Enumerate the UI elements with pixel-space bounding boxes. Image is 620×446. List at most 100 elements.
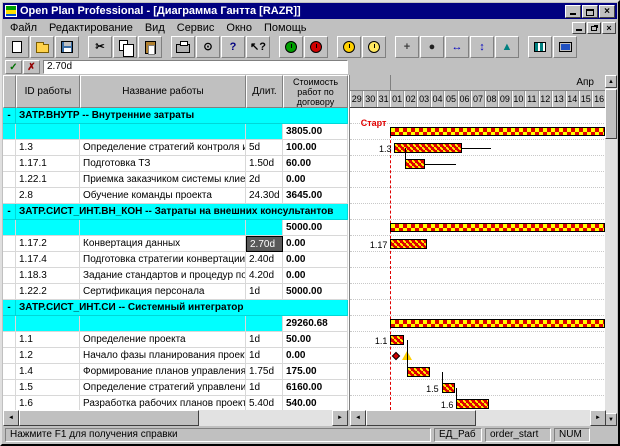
duration-cell[interactable]: 5.40d bbox=[246, 396, 283, 410]
minimize-button[interactable] bbox=[565, 5, 581, 18]
maximize-button[interactable] bbox=[582, 5, 598, 18]
reorder-button[interactable]: ↕ bbox=[470, 36, 494, 58]
gantt-bar-summary[interactable] bbox=[390, 223, 604, 232]
mdi-restore-button[interactable] bbox=[587, 22, 601, 34]
id-cell[interactable]: 1.6 bbox=[16, 396, 80, 410]
name-cell[interactable]: Определение стратегий контроля и отч bbox=[80, 140, 246, 156]
duration-cell[interactable]: 1d bbox=[246, 332, 283, 348]
gantt-hscroll-right-button[interactable]: ► bbox=[590, 410, 606, 426]
id-cell[interactable]: 1.2 bbox=[16, 348, 80, 364]
name-column-header[interactable]: Название работы bbox=[80, 75, 246, 108]
save-button[interactable] bbox=[55, 36, 79, 58]
id-cell[interactable]: 1.18.3 bbox=[16, 268, 80, 284]
vscroll-thumb[interactable] bbox=[605, 89, 617, 139]
gantt-hscroll-left-button[interactable]: ◄ bbox=[350, 410, 366, 426]
row-marker-cell[interactable] bbox=[3, 348, 16, 364]
id-cell[interactable]: 1.1 bbox=[16, 332, 80, 348]
name-cell[interactable]: Начало фазы планирования проекта bbox=[80, 348, 246, 364]
vscroll-down-button[interactable]: ▼ bbox=[605, 413, 617, 426]
cost-button[interactable] bbox=[362, 36, 386, 58]
gantt-bar-task[interactable] bbox=[456, 399, 488, 409]
link-activities-button[interactable]: ↔ bbox=[445, 36, 469, 58]
mdi-close-button[interactable]: × bbox=[602, 22, 616, 34]
cost-cell[interactable]: 50.00 bbox=[283, 332, 348, 348]
print-button[interactable] bbox=[171, 36, 195, 58]
row-marker-cell[interactable] bbox=[3, 124, 16, 140]
duration-cell[interactable]: 1d bbox=[246, 348, 283, 364]
id-cell[interactable]: 1.3 bbox=[16, 140, 80, 156]
table-hscroll-thumb[interactable] bbox=[19, 410, 199, 426]
new-document-button[interactable] bbox=[5, 36, 29, 58]
name-cell[interactable]: Подготовка ТЗ bbox=[80, 156, 246, 172]
print-preview-button[interactable]: ⊙ bbox=[196, 36, 220, 58]
duration-cell[interactable]: 1d bbox=[246, 284, 283, 300]
menu-item[interactable]: Сервис bbox=[171, 22, 221, 34]
row-marker-cell[interactable] bbox=[3, 188, 16, 204]
duration-cell[interactable]: 2d bbox=[246, 172, 283, 188]
marker-column-header[interactable] bbox=[3, 75, 16, 108]
name-cell[interactable]: Определение проекта bbox=[80, 332, 246, 348]
row-marker-cell[interactable] bbox=[3, 364, 16, 380]
section-title-cell[interactable]: ЗАТР.СИСТ_ИНТ.СИ -- Системный интегратор bbox=[16, 300, 348, 316]
cost-cell[interactable]: 3645.00 bbox=[283, 188, 348, 204]
confirm-edit-button[interactable]: ✓ bbox=[5, 60, 22, 74]
cost-cell[interactable]: 5000.00 bbox=[283, 284, 348, 300]
row-marker-cell[interactable] bbox=[3, 284, 16, 300]
close-button[interactable]: × bbox=[599, 5, 615, 18]
gantt-bar-task[interactable] bbox=[405, 159, 425, 169]
gantt-bar-task[interactable] bbox=[442, 383, 455, 393]
context-help-button[interactable]: ↖? bbox=[246, 36, 270, 58]
section-title-cell[interactable]: ЗАТР.ВНУТР -- Внутренние затраты bbox=[16, 108, 348, 124]
time-analysis-button[interactable] bbox=[279, 36, 303, 58]
cost-cell[interactable]: 100.00 bbox=[283, 140, 348, 156]
row-marker-cell[interactable] bbox=[3, 380, 16, 396]
duration-cell[interactable]: 24.30d bbox=[246, 188, 283, 204]
vscroll-up-button[interactable]: ▲ bbox=[605, 75, 617, 88]
view-table-button[interactable] bbox=[528, 36, 552, 58]
add-activity-button[interactable]: + bbox=[395, 36, 419, 58]
gantt-bar-summary[interactable] bbox=[390, 127, 604, 136]
row-marker-cell[interactable] bbox=[3, 252, 16, 268]
row-marker-cell[interactable] bbox=[3, 156, 16, 172]
row-marker-cell[interactable] bbox=[3, 396, 16, 410]
row-marker-cell[interactable] bbox=[3, 220, 16, 236]
id-cell[interactable]: 1.22.2 bbox=[16, 284, 80, 300]
name-cell[interactable] bbox=[80, 124, 246, 140]
open-file-button[interactable] bbox=[30, 36, 54, 58]
name-cell[interactable]: Конвертация данных bbox=[80, 236, 246, 252]
paste-button[interactable] bbox=[138, 36, 162, 58]
cost-cell[interactable]: 0.00 bbox=[283, 252, 348, 268]
duration-cell[interactable]: 1d bbox=[246, 380, 283, 396]
menu-item[interactable]: Помощь bbox=[258, 22, 313, 34]
menu-item[interactable]: Файл bbox=[4, 22, 43, 34]
duration-cell[interactable] bbox=[246, 124, 283, 140]
name-cell[interactable] bbox=[80, 220, 246, 236]
table-hscrollbar[interactable]: ◄ ► bbox=[3, 410, 348, 426]
cost-column-header[interactable]: Стоимость работ по договору bbox=[283, 75, 348, 108]
id-cell[interactable] bbox=[16, 316, 80, 332]
cost-cell[interactable]: 175.00 bbox=[283, 364, 348, 380]
cost-cell[interactable]: 5000.00 bbox=[283, 220, 348, 236]
id-cell[interactable]: 1.17.2 bbox=[16, 236, 80, 252]
cost-cell[interactable]: 0.00 bbox=[283, 172, 348, 188]
row-marker-cell[interactable] bbox=[3, 172, 16, 188]
menu-item[interactable]: Редактирование bbox=[43, 22, 139, 34]
duration-cell[interactable] bbox=[246, 220, 283, 236]
row-marker-cell[interactable]: - bbox=[3, 108, 16, 124]
cost-cell[interactable]: 3805.00 bbox=[283, 124, 348, 140]
menu-item[interactable]: Окно bbox=[220, 22, 258, 34]
gantt-hscrollbar[interactable]: ◄ ► bbox=[350, 410, 606, 426]
cost-cell[interactable]: 60.00 bbox=[283, 156, 348, 172]
row-marker-cell[interactable] bbox=[3, 268, 16, 284]
id-cell[interactable]: 1.17.1 bbox=[16, 156, 80, 172]
gantt-bar-task[interactable] bbox=[390, 335, 403, 345]
name-cell[interactable]: Задание стандартов и процедур по д bbox=[80, 268, 246, 284]
edit-field[interactable]: 2.70d bbox=[43, 60, 348, 74]
row-marker-cell[interactable] bbox=[3, 316, 16, 332]
name-cell[interactable]: Приемка заказчиком системы клиент bbox=[80, 172, 246, 188]
name-cell[interactable]: Определение стратегий управления bbox=[80, 380, 246, 396]
clock-button[interactable] bbox=[337, 36, 361, 58]
id-cell[interactable]: 1.17.4 bbox=[16, 252, 80, 268]
name-cell[interactable]: Подготовка стратегии конвертации bbox=[80, 252, 246, 268]
duration-cell[interactable]: 2.40d bbox=[246, 252, 283, 268]
